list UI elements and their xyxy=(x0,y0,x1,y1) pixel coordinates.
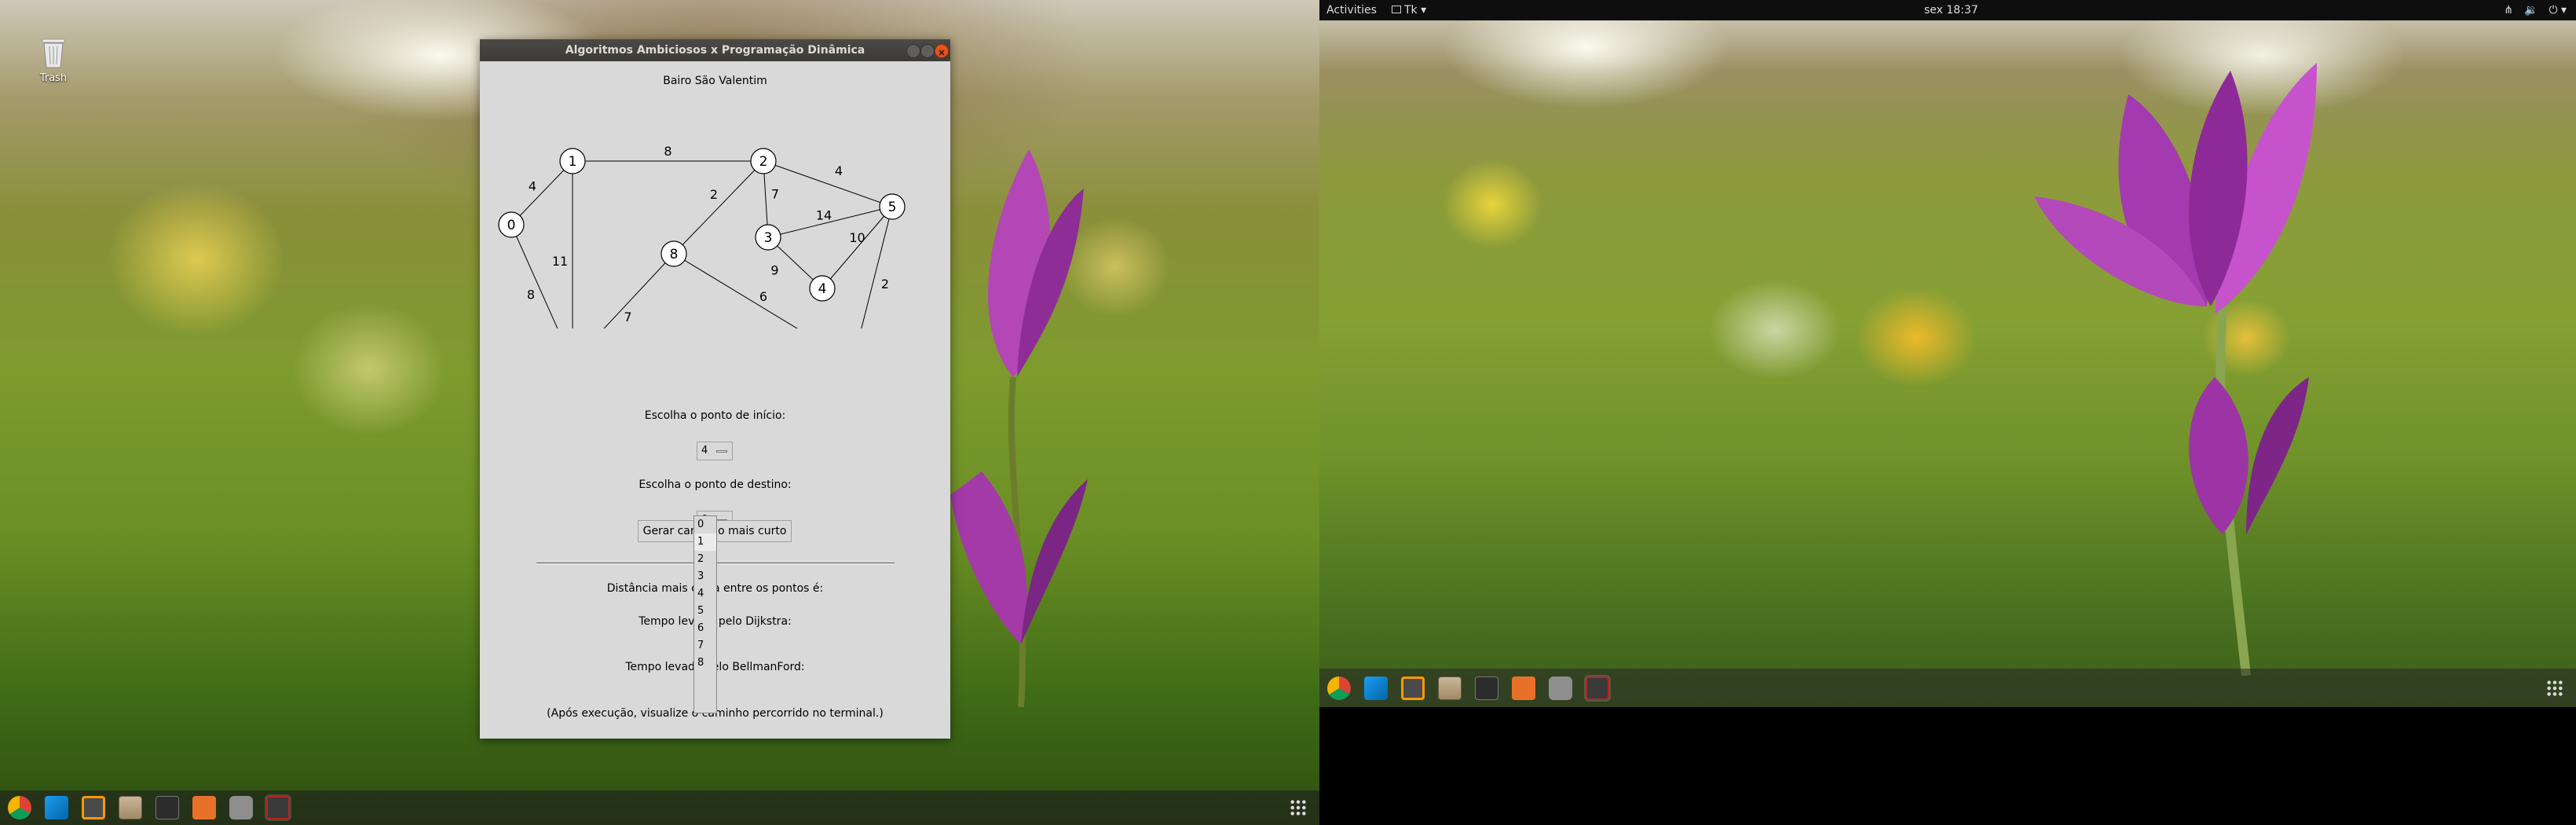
clock[interactable]: sex 18:37 xyxy=(1924,3,1978,17)
right-monitor: Activities Tk ▾ sex 18:37 ⋔ 🔉 ⏻ ▾ xyxy=(1319,0,2576,707)
dropdown-option[interactable]: 1 xyxy=(694,534,716,551)
close-icon xyxy=(939,50,945,56)
edge-weight-label: 9 xyxy=(770,263,778,278)
graph-node-2: 2 xyxy=(750,148,777,174)
graph-edge-2-8 xyxy=(673,160,764,255)
node-label: 1 xyxy=(569,154,577,170)
graph-edge-2-5 xyxy=(763,160,893,207)
dropdown-indicator-icon xyxy=(716,450,727,453)
tk-app-icon[interactable] xyxy=(1584,674,1611,702)
graph-node-4: 4 xyxy=(809,275,836,302)
graph-node-5: 5 xyxy=(879,193,906,220)
sublime-icon[interactable] xyxy=(1401,676,1425,700)
crocus-flower-decoration xyxy=(950,149,1088,707)
window-title: Algoritmos Ambiciosos x Programação Dinâ… xyxy=(565,44,865,57)
dropdown-option[interactable]: 7 xyxy=(694,637,716,654)
left-monitor: Trash Algoritmos Ambiciosos x Programaçã… xyxy=(0,0,1319,825)
trash-icon xyxy=(40,35,67,69)
dropdown-option[interactable]: 2 xyxy=(694,551,716,568)
edge-weight-label: 14 xyxy=(816,208,832,223)
sublime-icon[interactable] xyxy=(82,796,105,820)
destination-dropdown-list[interactable]: 012345678 xyxy=(693,515,717,713)
chrome-icon[interactable] xyxy=(8,796,31,820)
graph-edge-0-1 xyxy=(510,160,573,226)
node-label: 5 xyxy=(888,200,897,215)
dropdown-option[interactable]: 4 xyxy=(694,585,716,603)
node-label: 0 xyxy=(507,218,516,233)
dropdown-option[interactable]: 3 xyxy=(694,568,716,585)
edge-weight-label: 8 xyxy=(664,144,671,159)
show-applications-icon[interactable] xyxy=(1290,799,1307,816)
edge-weight-label: 2 xyxy=(710,187,718,202)
graph-node-1: 1 xyxy=(559,148,586,174)
gnome-top-bar: Activities Tk ▾ sex 18:37 ⋔ 🔉 ⏻ ▾ xyxy=(1319,0,2576,20)
files-icon[interactable] xyxy=(119,796,142,820)
dropdown-option[interactable]: 0 xyxy=(694,516,716,534)
left-dock xyxy=(0,790,1319,825)
node-label: 8 xyxy=(670,247,679,262)
window-titlebar[interactable]: Algoritmos Ambiciosos x Programação Dinâ… xyxy=(480,39,950,61)
tk-app-window[interactable]: Algoritmos Ambiciosos x Programação Dinâ… xyxy=(480,39,950,739)
network-icon: ⋔ xyxy=(2504,4,2513,16)
vscode-icon[interactable] xyxy=(1364,676,1388,700)
window-content: Bairo São Valentim 48811274149102761 012… xyxy=(480,61,950,739)
vscode-icon[interactable] xyxy=(45,796,68,820)
edge-weight-label: 10 xyxy=(849,230,865,245)
start-point-label: Escolha o ponto de início: xyxy=(644,409,786,422)
edge-weight-label: 7 xyxy=(771,187,779,202)
software-center-icon[interactable] xyxy=(1512,676,1535,700)
minimize-button[interactable] xyxy=(906,44,920,58)
show-applications-icon[interactable] xyxy=(2546,679,2563,697)
power-icon: ⏻ ▾ xyxy=(2549,4,2567,16)
chrome-icon[interactable] xyxy=(1327,676,1351,700)
edge-weight-label: 6 xyxy=(759,289,767,304)
node-label: 3 xyxy=(764,230,773,246)
start-point-value: 4 xyxy=(701,445,708,456)
activities-button[interactable]: Activities xyxy=(1326,3,1377,17)
city-graph-canvas: 48811274149102761 012345678 xyxy=(498,144,906,328)
files-icon[interactable] xyxy=(1438,676,1462,700)
graph-node-3: 3 xyxy=(755,224,781,251)
edge-weight-label: 7 xyxy=(624,310,631,324)
terminal-icon[interactable] xyxy=(1475,676,1498,700)
right-dock xyxy=(1319,669,2576,707)
screenshot-icon[interactable] xyxy=(229,796,253,820)
maximize-button[interactable] xyxy=(920,44,935,58)
volume-icon: 🔉 xyxy=(2524,4,2538,16)
terminal-icon[interactable] xyxy=(156,796,179,820)
edge-weight-label: 4 xyxy=(835,163,843,178)
app-menu[interactable]: Tk ▾ xyxy=(1392,3,1426,17)
edge-weight-label: 4 xyxy=(529,179,536,194)
edge-weight-label: 2 xyxy=(881,277,889,292)
edge-weight-label: 8 xyxy=(527,288,535,302)
system-tray[interactable]: ⋔ 🔉 ⏻ ▾ xyxy=(2504,3,2567,17)
node-label: 4 xyxy=(818,281,827,297)
edge-weight-label: 11 xyxy=(552,254,568,269)
window-icon xyxy=(1392,6,1401,13)
destination-label: Escolha o ponto de destino: xyxy=(639,478,792,491)
software-center-icon[interactable] xyxy=(192,796,216,820)
start-point-optionmenu[interactable]: 4 xyxy=(697,442,733,460)
node-label: 2 xyxy=(759,154,768,170)
crocus-flower-decoration xyxy=(2034,63,2317,676)
dropdown-option[interactable]: 8 xyxy=(694,654,716,672)
graph-node-0: 0 xyxy=(498,211,525,238)
close-button[interactable] xyxy=(935,44,949,58)
graph-node-8: 8 xyxy=(660,240,687,267)
app-menu-label: Tk xyxy=(1404,4,1418,16)
dropdown-option[interactable]: 5 xyxy=(694,603,716,620)
dropdown-option[interactable]: 6 xyxy=(694,620,716,637)
screenshot-icon[interactable] xyxy=(1549,676,1572,700)
graph-edge-0-7 xyxy=(510,224,558,328)
graph-edge-5-6 xyxy=(861,206,893,328)
trash-label: Trash xyxy=(39,72,68,84)
tk-app-icon[interactable] xyxy=(265,794,291,821)
trash-desktop-icon[interactable]: Trash xyxy=(31,35,75,84)
